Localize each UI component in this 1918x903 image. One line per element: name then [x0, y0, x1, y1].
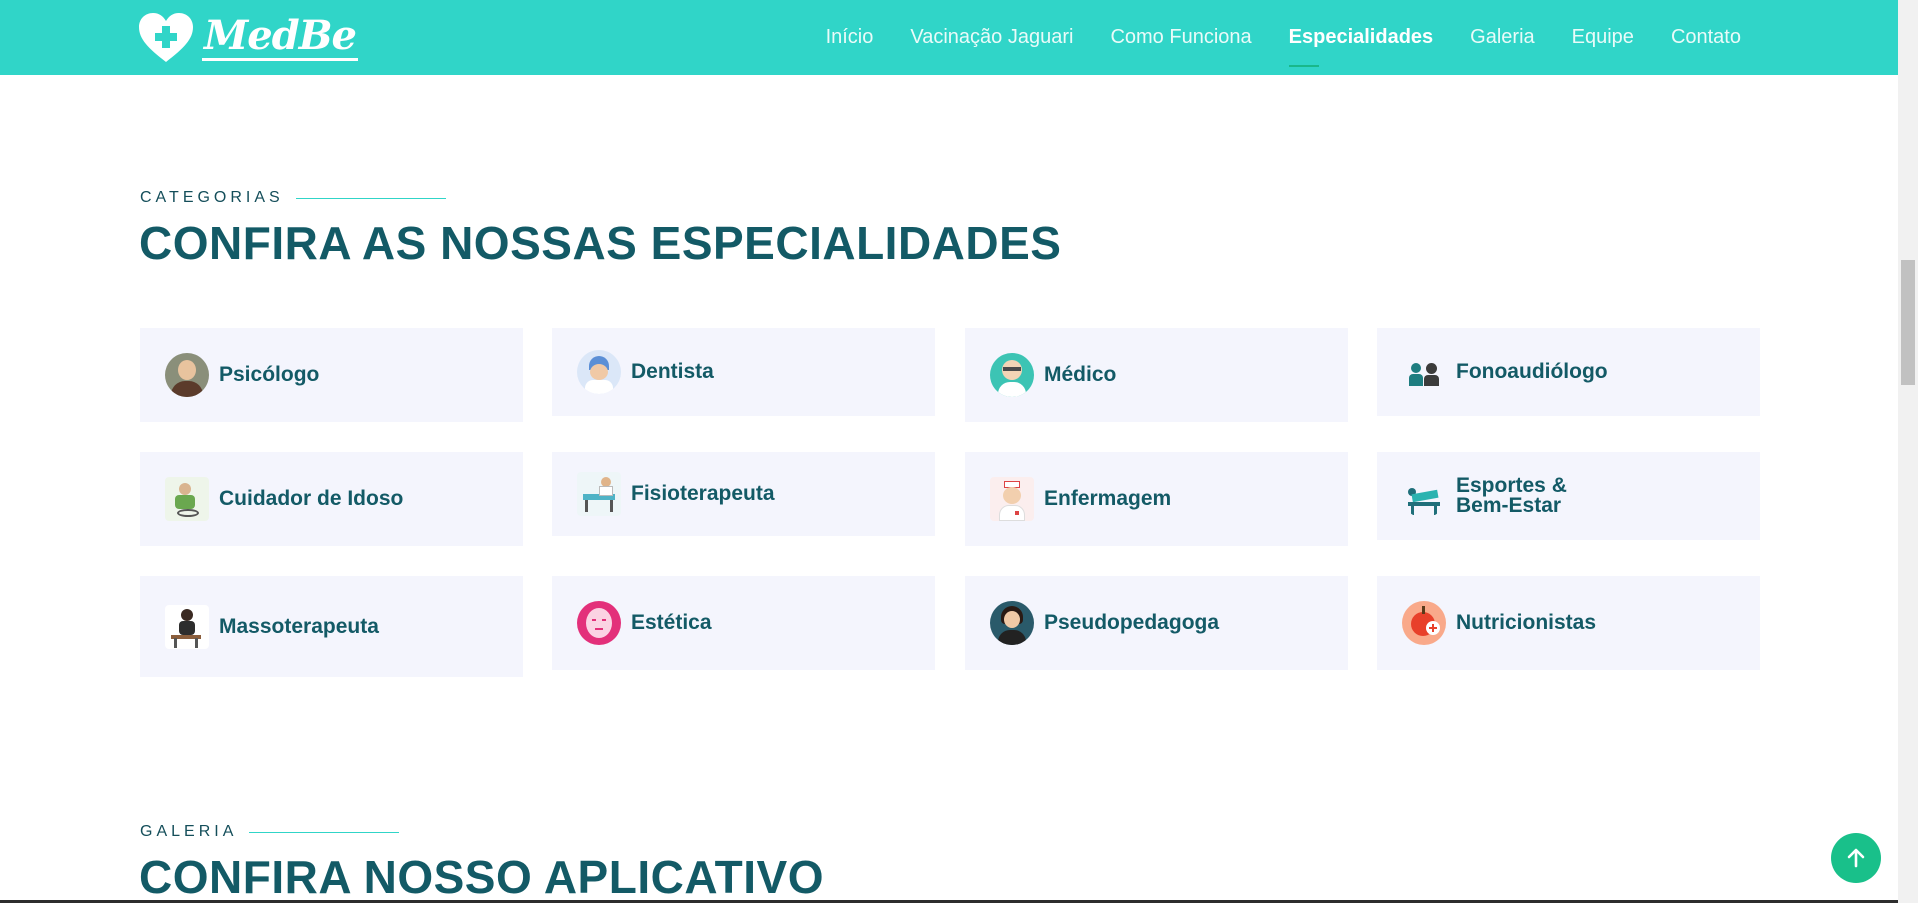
gallery-kicker: GALERIA	[140, 823, 400, 841]
specialty-label: Massoterapeuta	[219, 614, 379, 638]
specialty-card-dentista[interactable]: Dentista	[552, 328, 935, 416]
massage-therapist-icon	[165, 604, 209, 649]
aesthetics-icon	[577, 601, 621, 645]
arrow-up-icon	[1847, 848, 1865, 868]
specialty-label: Nutricionistas	[1456, 611, 1597, 634]
specialty-card-nutricionistas[interactable]: Nutricionistas	[1377, 576, 1760, 670]
categories-kicker: CATEGORIAS	[140, 189, 446, 207]
main-nav: Início Vacinação Jaguari Como Funciona E…	[789, 0, 1741, 75]
specialty-label: Estética	[631, 611, 712, 634]
pedagogue-icon	[990, 601, 1034, 645]
nav-item-inicio[interactable]: Início	[826, 26, 874, 49]
gallery-title: CONFIRA NOSSO APLICATIVO	[139, 851, 824, 903]
categories-kicker-text: CATEGORIAS	[140, 189, 284, 206]
page-scrollbar[interactable]	[1898, 0, 1918, 903]
elderly-caregiver-icon	[165, 477, 209, 521]
nutritionist-icon	[1402, 601, 1446, 645]
specialty-label: Pseudopedagoga	[1044, 611, 1220, 634]
specialty-card-fisioterapeuta[interactable]: Fisioterapeuta	[552, 452, 935, 536]
specialty-card-psicologo[interactable]: Psicólogo	[140, 328, 523, 422]
specialty-card-estetica[interactable]: Estética	[552, 576, 935, 670]
specialty-card-pseudopedagoga[interactable]: Pseudopedagoga	[965, 576, 1348, 670]
nav-item-galeria[interactable]: Galeria	[1470, 26, 1534, 49]
specialty-label: Médico	[1044, 363, 1117, 386]
psychologist-icon	[165, 353, 209, 397]
sports-wellness-icon	[1402, 474, 1446, 518]
specialty-label: Esportes & Bem-Estar	[1456, 474, 1567, 517]
nav-item-especialidades[interactable]: Especialidades	[1288, 26, 1433, 67]
logo[interactable]: MedBe	[138, 10, 358, 65]
nurse-icon	[990, 477, 1034, 521]
nav-item-contato[interactable]: Contato	[1671, 26, 1741, 49]
specialty-card-medico[interactable]: Médico	[965, 328, 1348, 422]
kicker-divider	[295, 197, 446, 199]
speech-therapist-icon	[1402, 350, 1446, 394]
nav-item-como-funciona[interactable]: Como Funciona	[1110, 26, 1251, 49]
gallery-kicker-text: GALERIA	[140, 823, 238, 840]
specialty-card-fonoaudiologo[interactable]: Fonoaudiólogo	[1377, 328, 1760, 416]
specialty-label: Cuidador de Idoso	[219, 487, 404, 510]
specialty-card-enfermagem[interactable]: Enfermagem	[965, 452, 1348, 546]
specialty-label: Enfermagem	[1044, 487, 1172, 510]
doctor-icon	[990, 353, 1034, 397]
specialty-label: Fisioterapeuta	[631, 482, 775, 505]
specialty-label: Psicólogo	[219, 363, 320, 386]
dentist-icon	[577, 350, 621, 394]
physiotherapist-icon	[577, 472, 621, 516]
nav-item-equipe[interactable]: Equipe	[1572, 26, 1634, 49]
navbar: MedBe Início Vacinação Jaguari Como Func…	[0, 0, 1898, 75]
specialty-label: Dentista	[631, 360, 714, 383]
heart-cross-icon	[139, 12, 193, 62]
specialty-card-massoterapeuta[interactable]: Massoterapeuta	[140, 576, 523, 677]
kicker-divider	[249, 831, 400, 833]
categories-title: CONFIRA AS NOSSAS ESPECIALIDADES	[139, 217, 1062, 269]
brand-name: MedBe	[202, 12, 358, 61]
specialty-card-esportes-bem-estar[interactable]: Esportes & Bem-Estar	[1377, 452, 1760, 540]
specialty-card-cuidador-de-idoso[interactable]: Cuidador de Idoso	[140, 452, 523, 546]
nav-item-vacinacao-jaguari[interactable]: Vacinação Jaguari	[910, 26, 1073, 49]
back-to-top-button[interactable]	[1831, 833, 1881, 883]
specialty-label: Fonoaudiólogo	[1456, 360, 1608, 383]
scrollbar-thumb[interactable]	[1901, 260, 1915, 385]
